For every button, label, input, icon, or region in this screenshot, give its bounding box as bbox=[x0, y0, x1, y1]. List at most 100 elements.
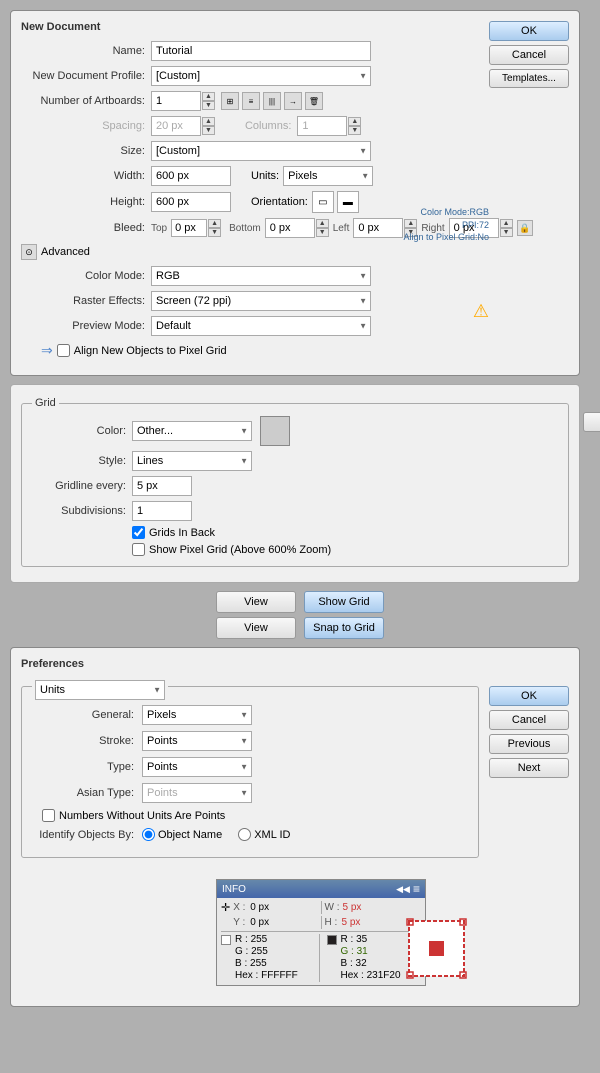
ok-button[interactable]: OK bbox=[489, 21, 569, 41]
grid-next-button[interactable]: Next bbox=[583, 412, 600, 432]
landscape-btn[interactable]: ▬ bbox=[337, 191, 359, 213]
name-input[interactable] bbox=[151, 41, 371, 61]
bleed-bottom-input[interactable] bbox=[265, 218, 315, 238]
arrange-grid-btn[interactable]: ⊞ bbox=[221, 92, 239, 110]
view-buttons-row1: View Show Grid bbox=[10, 591, 590, 613]
bleed-left-input[interactable] bbox=[353, 218, 403, 238]
grid-color-swatch[interactable] bbox=[260, 416, 290, 446]
grid-style-select[interactable]: Lines bbox=[132, 451, 252, 471]
width-input[interactable] bbox=[151, 166, 231, 186]
artboards-up[interactable]: ▲ bbox=[202, 92, 215, 101]
show-pixel-grid-row: Show Pixel Grid (Above 600% Zoom) bbox=[132, 543, 558, 556]
templates-button[interactable]: Templates... bbox=[489, 69, 569, 88]
prefs-previous-button[interactable]: Previous bbox=[489, 734, 569, 754]
bleed-bottom-up[interactable]: ▲ bbox=[316, 219, 329, 228]
advanced-header: ⊙ Advanced bbox=[21, 244, 569, 260]
units-group: Units General: Pixels Stroke: bbox=[21, 686, 479, 858]
spacing-input[interactable] bbox=[151, 116, 201, 136]
info-w-value: 5 px bbox=[343, 902, 362, 913]
type-select[interactable]: Points bbox=[142, 757, 252, 777]
identify-row: Identify Objects By: Object Name XML ID bbox=[32, 828, 468, 841]
arrange-right-btn[interactable]: → bbox=[284, 92, 302, 110]
prefs-ok-button[interactable]: OK bbox=[489, 686, 569, 706]
bleed-right-down[interactable]: ▼ bbox=[500, 228, 513, 237]
advanced-toggle[interactable]: ⊙ bbox=[21, 244, 37, 260]
profile-label: New Document Profile: bbox=[21, 70, 151, 82]
columns-input[interactable] bbox=[297, 116, 347, 136]
gridline-input[interactable] bbox=[132, 476, 192, 496]
grids-in-back-checkbox[interactable] bbox=[132, 526, 145, 539]
numbers-checkbox[interactable] bbox=[42, 809, 55, 822]
units-group-select[interactable]: Units bbox=[35, 680, 165, 700]
preview-select[interactable]: Default bbox=[151, 316, 371, 336]
columns-up[interactable]: ▲ bbox=[348, 117, 361, 126]
show-pixel-grid-checkbox[interactable] bbox=[132, 543, 145, 556]
grid-color-select[interactable]: Other... bbox=[132, 421, 252, 441]
info-g2: 31 bbox=[357, 946, 368, 957]
align-checkbox[interactable] bbox=[57, 344, 70, 357]
bleed-top-up[interactable]: ▲ bbox=[208, 219, 221, 228]
info-menu-btn[interactable]: ≡ bbox=[413, 882, 420, 896]
grid-style-label: Style: bbox=[32, 455, 132, 467]
info-hex2: 231F20 bbox=[367, 970, 401, 981]
info-b1: 255 bbox=[250, 958, 267, 969]
dialog-title: New Document bbox=[21, 21, 569, 33]
spacing-down[interactable]: ▼ bbox=[202, 126, 215, 135]
stroke-select[interactable]: Points bbox=[142, 731, 252, 751]
grids-in-back-label: Grids In Back bbox=[149, 527, 215, 539]
color-swatch-2 bbox=[327, 935, 337, 945]
bleed-label: Bleed: bbox=[21, 222, 151, 234]
colormode-select[interactable]: RGB bbox=[151, 266, 371, 286]
link-bleed-btn[interactable]: 🔒 bbox=[517, 220, 533, 236]
height-input[interactable] bbox=[151, 192, 231, 212]
info-controls: ◀◀ ≡ bbox=[396, 882, 420, 896]
grid-color-label: Color: bbox=[32, 425, 132, 437]
bleed-top-down[interactable]: ▼ bbox=[208, 228, 221, 237]
snap-to-grid-button[interactable]: Snap to Grid bbox=[304, 617, 384, 639]
info-hex1: FFFFFF bbox=[261, 970, 298, 981]
size-select[interactable]: [Custom] bbox=[151, 141, 371, 161]
object-name-radio[interactable] bbox=[142, 828, 155, 841]
stroke-label: Stroke: bbox=[32, 735, 142, 747]
show-grid-button[interactable]: Show Grid bbox=[304, 591, 384, 613]
preferences-dialog: Preferences Units General: Pixels bbox=[10, 647, 580, 1007]
subdivisions-input[interactable] bbox=[132, 501, 192, 521]
info-y-row: ✛ Y : 0 px H : 5 px bbox=[221, 916, 421, 929]
delete-btn[interactable]: 🗑 bbox=[305, 92, 323, 110]
subdivisions-label: Subdivisions: bbox=[32, 505, 132, 517]
profile-select[interactable]: [Custom] bbox=[151, 66, 371, 86]
raster-select[interactable]: Screen (72 ppi) bbox=[151, 291, 371, 311]
prefs-next-button[interactable]: Next bbox=[489, 758, 569, 778]
bleed-bottom-down[interactable]: ▼ bbox=[316, 228, 329, 237]
name-label: Name: bbox=[21, 45, 151, 57]
spacing-up[interactable]: ▲ bbox=[202, 117, 215, 126]
info-collapse-btn[interactable]: ◀◀ bbox=[396, 884, 410, 895]
portrait-btn[interactable]: ▭ bbox=[312, 191, 334, 213]
general-select[interactable]: Pixels bbox=[142, 705, 252, 725]
grid-group-title: Grid bbox=[32, 397, 59, 409]
view-button-2[interactable]: View bbox=[216, 617, 296, 639]
units-group-title: Units bbox=[32, 680, 168, 700]
asian-type-select[interactable]: Points bbox=[142, 783, 252, 803]
xml-id-radio[interactable] bbox=[238, 828, 251, 841]
bleed-right-up[interactable]: ▲ bbox=[500, 219, 513, 228]
info-y-value: 0 px bbox=[250, 917, 269, 928]
warning-icon: ⚠ bbox=[473, 301, 489, 322]
artboards-down[interactable]: ▼ bbox=[202, 101, 215, 110]
view-button-1[interactable]: View bbox=[216, 591, 296, 613]
dialog-buttons: OK Cancel Templates... bbox=[489, 21, 569, 88]
bleed-top-input[interactable] bbox=[171, 219, 207, 237]
arrange-col-btn[interactable]: ||| bbox=[263, 92, 281, 110]
grids-in-back-row: Grids In Back bbox=[132, 526, 558, 539]
colormode-row: Color Mode: RGB bbox=[21, 266, 569, 286]
prefs-cancel-button[interactable]: Cancel bbox=[489, 710, 569, 730]
columns-down[interactable]: ▼ bbox=[348, 126, 361, 135]
arrange-row-btn[interactable]: ≡ bbox=[242, 92, 260, 110]
cancel-button[interactable]: Cancel bbox=[489, 45, 569, 65]
object-name-option[interactable]: Object Name bbox=[142, 828, 222, 841]
xml-id-option[interactable]: XML ID bbox=[238, 828, 290, 841]
asian-type-row: Asian Type: Points bbox=[32, 783, 468, 803]
artboards-input[interactable] bbox=[151, 91, 201, 111]
units-select[interactable]: Pixels bbox=[283, 166, 373, 186]
columns-label: Columns: bbox=[245, 120, 291, 132]
